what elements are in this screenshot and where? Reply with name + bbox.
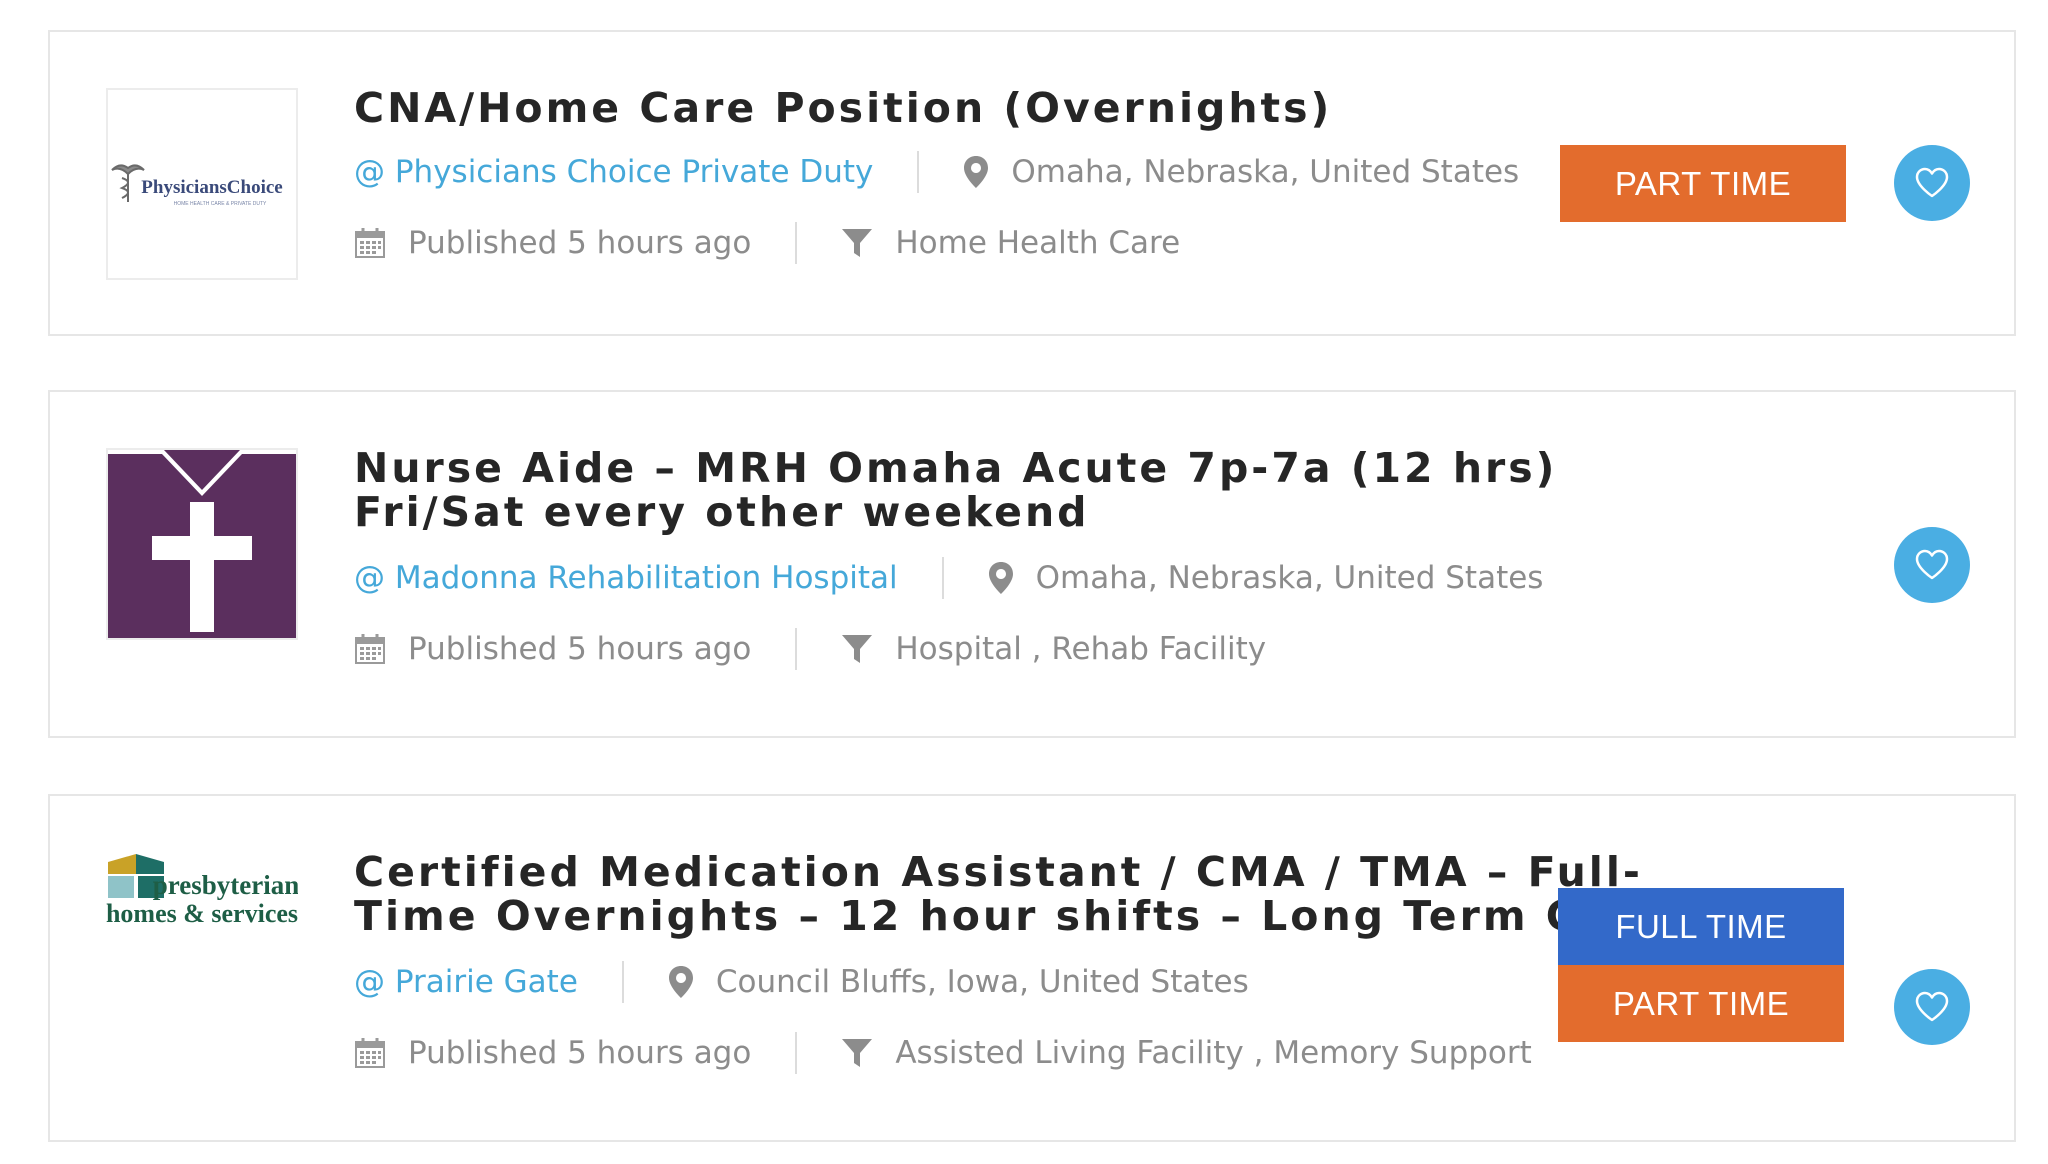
- company-logo[interactable]: presbyterian homes & services: [106, 852, 298, 930]
- filter-icon: [841, 227, 873, 259]
- job-type-badge[interactable]: PART TIME: [1560, 145, 1846, 222]
- logo-line1-text: presbyterian: [153, 870, 298, 900]
- job-meta-published-category: Published 5 hours ago Home Health Care: [354, 221, 1180, 265]
- published-time: Published 5 hours ago: [408, 1035, 752, 1071]
- job-type-badge[interactable]: FULL TIME: [1558, 888, 1844, 965]
- logo-line2-text: homes & services: [106, 899, 298, 928]
- job-category[interactable]: Assisted Living Facility , Memory Suppor…: [895, 1035, 1531, 1071]
- filter-icon: [841, 633, 873, 665]
- published-time: Published 5 hours ago: [408, 225, 752, 261]
- location-pin-icon: [668, 965, 694, 999]
- physicians-choice-logo: PhysiciansChoice HOME HEALTH CARE & PRIV…: [111, 164, 283, 207]
- filter-icon: [841, 1037, 873, 1069]
- job-meta-published-category: Published 5 hours ago Assisted Living Fa…: [354, 1031, 1532, 1075]
- heart-icon: [1915, 549, 1949, 580]
- company-logo[interactable]: PhysiciansChoice HOME HEALTH CARE & PRIV…: [106, 88, 298, 280]
- published-time: Published 5 hours ago: [408, 631, 752, 667]
- job-title[interactable]: Nurse Aide – MRH Omaha Acute 7p-7a (12 h…: [354, 446, 1557, 534]
- divider: [795, 1032, 798, 1074]
- company-logo[interactable]: [106, 448, 298, 640]
- heart-icon: [1915, 167, 1949, 198]
- divider: [917, 151, 920, 193]
- caduceus-icon: [111, 164, 145, 202]
- job-type-badge[interactable]: PART TIME: [1558, 965, 1844, 1042]
- job-title-line: Nurse Aide – MRH Omaha Acute 7p-7a (12 h…: [354, 444, 1558, 492]
- job-card[interactable]: PhysiciansChoice HOME HEALTH CARE & PRIV…: [48, 30, 2016, 336]
- job-meta-company-location: @ Prairie Gate Council Bluffs, Iowa, Uni…: [354, 960, 1249, 1004]
- calendar-icon: [354, 227, 386, 259]
- job-meta-published-category: Published 5 hours ago Hospital , Rehab F…: [354, 627, 1266, 671]
- company-link[interactable]: @ Physicians Choice Private Duty: [354, 154, 873, 190]
- job-card[interactable]: presbyterian homes & services Certified …: [48, 794, 2016, 1142]
- divider: [795, 628, 798, 670]
- madonna-logo: [108, 450, 296, 638]
- calendar-icon: [354, 633, 386, 665]
- divider: [621, 961, 624, 1003]
- job-location: Omaha, Nebraska, United States: [1011, 154, 1520, 190]
- favorite-button[interactable]: [1894, 969, 1970, 1045]
- job-title-line: Time Overnights – 12 hour shifts – Long …: [354, 892, 1664, 940]
- logo-brand-text: PhysiciansChoice: [141, 177, 282, 198]
- favorite-button[interactable]: [1894, 145, 1970, 221]
- job-card[interactable]: Nurse Aide – MRH Omaha Acute 7p-7a (12 h…: [48, 390, 2016, 738]
- job-location: Council Bluffs, Iowa, United States: [715, 964, 1249, 1000]
- logo-tagline-text: HOME HEALTH CARE & PRIVATE DUTY: [174, 201, 267, 207]
- job-title-line: Certified Medication Assistant / CMA / T…: [354, 848, 1643, 896]
- location-pin-icon: [963, 155, 989, 189]
- calendar-icon: [354, 1037, 386, 1069]
- divider: [941, 557, 944, 599]
- job-meta-company-location: @ Madonna Rehabilitation Hospital Omaha,…: [354, 556, 1543, 600]
- presbyterian-logo: presbyterian homes & services: [106, 854, 298, 928]
- company-link[interactable]: @ Prairie Gate: [354, 964, 578, 1000]
- location-pin-icon: [988, 561, 1014, 595]
- job-title-line: Fri/Sat every other weekend: [354, 488, 1090, 536]
- job-meta-company-location: @ Physicians Choice Private Duty Omaha, …: [354, 150, 1519, 194]
- company-link[interactable]: @ Madonna Rehabilitation Hospital: [354, 560, 898, 596]
- job-category[interactable]: Home Health Care: [895, 225, 1180, 261]
- favorite-button[interactable]: [1894, 527, 1970, 603]
- job-title[interactable]: CNA/Home Care Position (Overnights): [354, 86, 1332, 130]
- job-location: Omaha, Nebraska, United States: [1035, 560, 1544, 596]
- job-category[interactable]: Hospital , Rehab Facility: [895, 631, 1266, 667]
- divider: [795, 222, 798, 264]
- job-title[interactable]: Certified Medication Assistant / CMA / T…: [354, 850, 1664, 938]
- heart-icon: [1915, 991, 1949, 1022]
